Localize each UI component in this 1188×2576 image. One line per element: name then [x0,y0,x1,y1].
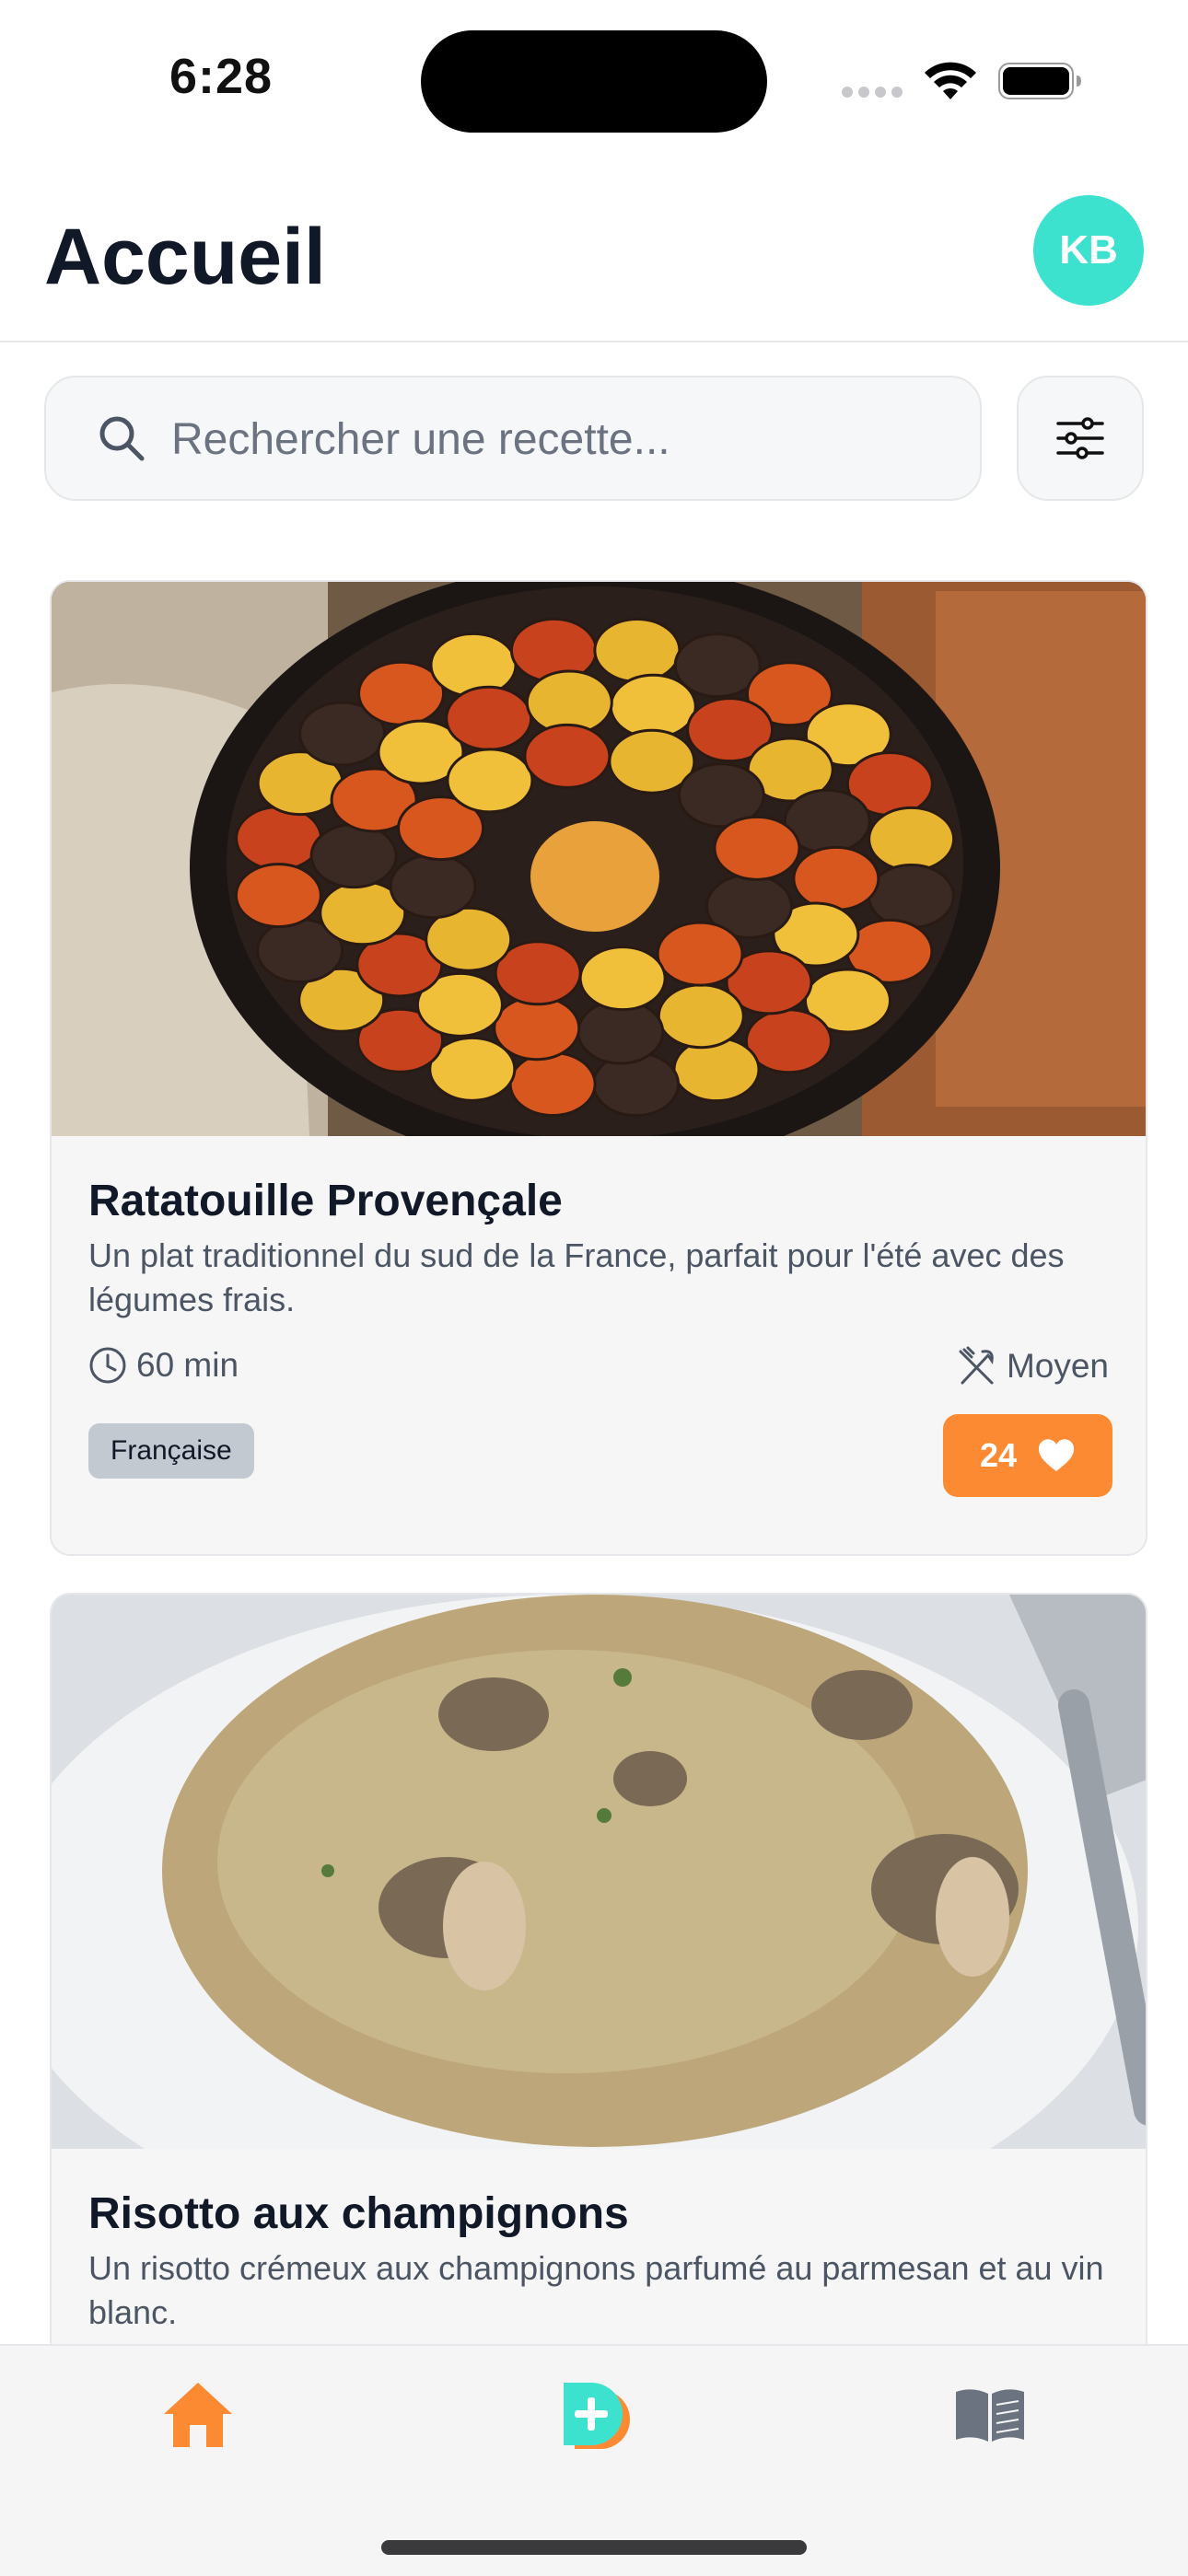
avatar[interactable]: KB [1033,195,1144,306]
difficulty-label: Moyen [1006,1347,1109,1385]
decor-slice [445,685,533,751]
recipe-difficulty: Moyen [957,1346,1109,1387]
recipe-card[interactable]: Ratatouille Provençale Un plat tradition… [50,580,1147,1556]
cuisine-tag[interactable]: Française [88,1423,254,1479]
tab-add-recipe[interactable] [553,2373,635,2456]
home-icon [164,2383,232,2447]
sliders-icon [1056,417,1104,459]
dynamic-island [421,30,767,133]
recipe-card[interactable]: Risotto aux champignons Un risotto créme… [50,1593,1147,2421]
duration-label: 60 min [136,1346,239,1384]
tab-home[interactable] [157,2373,239,2456]
decor-slice [446,748,534,814]
header: Accueil KB [0,157,1188,342]
utensils-icon [959,1346,994,1385]
page-title: Accueil [44,213,326,301]
recipe-description: Un plat traditionnel du sud de la France… [88,1236,1065,1318]
decor-slice [672,1037,761,1103]
search-bar[interactable] [44,376,982,501]
clock-icon [89,1347,126,1384]
recipe-image-ratatouille [52,582,1146,1136]
cellular-signal-icon [842,86,908,102]
recipe-description: Un risotto crémeux aux champignons parfu… [88,2249,1104,2331]
decor-slice [867,863,955,929]
search-input[interactable] [169,377,965,501]
likes-count: 24 [979,1436,1018,1474]
like-button[interactable]: 24 [943,1414,1112,1497]
decor-slice [429,632,518,698]
decor-slice [234,863,322,929]
search-icon [99,416,145,461]
home-indicator [381,2540,807,2555]
decor-slice [609,673,697,739]
recipe-title: Risotto aux champignons [88,2189,629,2238]
decor-slice [235,806,323,872]
tab-recipes-book[interactable] [949,2373,1031,2456]
decor-slice [792,845,880,911]
filter-button[interactable] [1017,376,1144,501]
heart-icon [1038,1439,1075,1471]
decor-slice [656,921,744,987]
status-time: 6:28 [169,49,274,104]
decor-slice [593,617,681,683]
decor-slice [868,806,956,872]
recipe-title: Ratatouille Provençale [88,1177,563,1225]
decor-slice [657,983,745,1050]
book-icon [956,2389,1024,2442]
recipe-duration: 60 min [88,1346,239,1385]
status-bar: 6:28 [0,0,1188,157]
wifi-icon [925,62,976,99]
decor-slice [713,815,801,881]
decor-slice [578,946,667,1012]
decor-slice [508,1051,597,1118]
decor-slice [493,995,581,1062]
decor-slice [389,853,477,920]
decor-slice [309,823,398,889]
decor-slice [523,723,611,789]
battery-icon [998,63,1081,99]
add-recipe-icon [564,2383,630,2449]
recipe-image-risotto [52,1595,1146,2149]
